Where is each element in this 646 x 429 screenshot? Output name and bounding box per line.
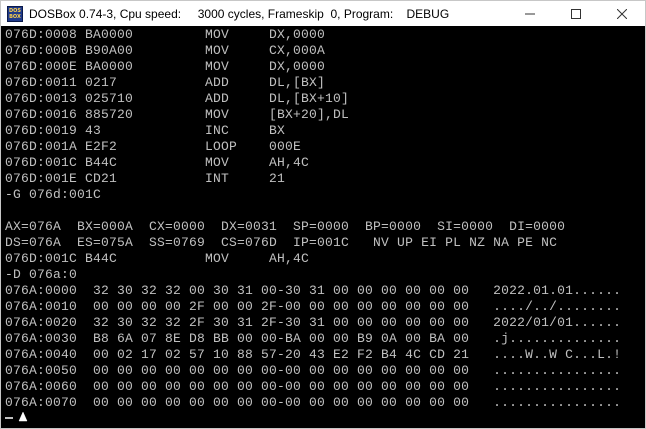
console-line: 076D:001C B44C MOV AH,4C bbox=[5, 155, 310, 170]
close-icon bbox=[617, 8, 627, 19]
close-button[interactable] bbox=[599, 1, 645, 26]
maximize-icon bbox=[571, 8, 581, 19]
console-line: DS=076A ES=075A SS=0769 CS=076D IP=001C … bbox=[5, 235, 558, 250]
minimize-icon bbox=[525, 13, 535, 14]
window-title: DOSBox 0.74-3, Cpu speed: 3000 cycles, F… bbox=[29, 6, 450, 21]
console-line: 076A:0010 00 00 00 00 2F 00 00 2F-00 00 … bbox=[5, 299, 622, 314]
console-line: 076A:0040 00 02 17 02 57 10 88 57-20 43 … bbox=[5, 347, 622, 362]
console-line: 076D:0008 BA0000 MOV DX,0000 bbox=[5, 27, 326, 42]
console-line: 076A:0030 B8 6A 07 8E D8 BB 00 00-BA 00 … bbox=[5, 331, 622, 346]
minimize-button[interactable] bbox=[507, 1, 553, 26]
console-line: 076D:0011 0217 ADD DL,[BX] bbox=[5, 75, 326, 90]
console-line: 076D:0016 885720 MOV [BX+20],DL bbox=[5, 107, 350, 122]
console-line: 076D:001C B44C MOV AH,4C bbox=[5, 251, 310, 266]
text-cursor bbox=[5, 417, 13, 419]
title-bar[interactable]: DOS BOX DOSBox 0.74-3, Cpu speed: 3000 c… bbox=[1, 1, 645, 26]
dos-console[interactable]: 076D:0008 BA0000 MOV DX,0000 076D:000B B… bbox=[2, 27, 642, 427]
dosbox-window: DOS BOX DOSBox 0.74-3, Cpu speed: 3000 c… bbox=[0, 0, 646, 429]
console-line: 076D:000E BA0000 MOV DX,0000 bbox=[5, 59, 326, 74]
console-line: 076A:0000 32 30 32 32 00 30 31 00-30 31 … bbox=[5, 283, 622, 298]
maximize-button[interactable] bbox=[553, 1, 599, 26]
mouse-pointer-icon bbox=[18, 411, 28, 422]
console-line: 076A:0020 32 30 32 32 2F 30 31 2F-30 31 … bbox=[5, 315, 622, 330]
console-line: 076D:001A E2F2 LOOP 000E bbox=[5, 139, 302, 154]
console-line: 076D:0013 025710 ADD DL,[BX+10] bbox=[5, 91, 350, 106]
app-icon-text-bottom: BOX bbox=[9, 13, 21, 20]
console-line: 076A:0060 00 00 00 00 00 00 00 00-00 00 … bbox=[5, 379, 622, 394]
console-line: 076A:0050 00 00 00 00 00 00 00 00-00 00 … bbox=[5, 363, 622, 378]
console-line: -G 076d:001C bbox=[5, 187, 102, 202]
console-line: 076D:001E CD21 INT 21 bbox=[5, 171, 286, 186]
console-line: AX=076A BX=000A CX=0000 DX=0031 SP=0000 … bbox=[5, 219, 566, 234]
dosbox-app-icon[interactable]: DOS BOX bbox=[7, 5, 23, 22]
console-line: 076D:0019 43 INC BX bbox=[5, 123, 286, 138]
console-line: -D 076a:0 bbox=[5, 267, 78, 282]
command-prompt[interactable]: - bbox=[5, 411, 13, 427]
console-line: 076A:0070 00 00 00 00 00 00 00 00-00 00 … bbox=[5, 395, 622, 410]
console-line: 076D:000B B90A00 MOV CX,000A bbox=[5, 43, 326, 58]
